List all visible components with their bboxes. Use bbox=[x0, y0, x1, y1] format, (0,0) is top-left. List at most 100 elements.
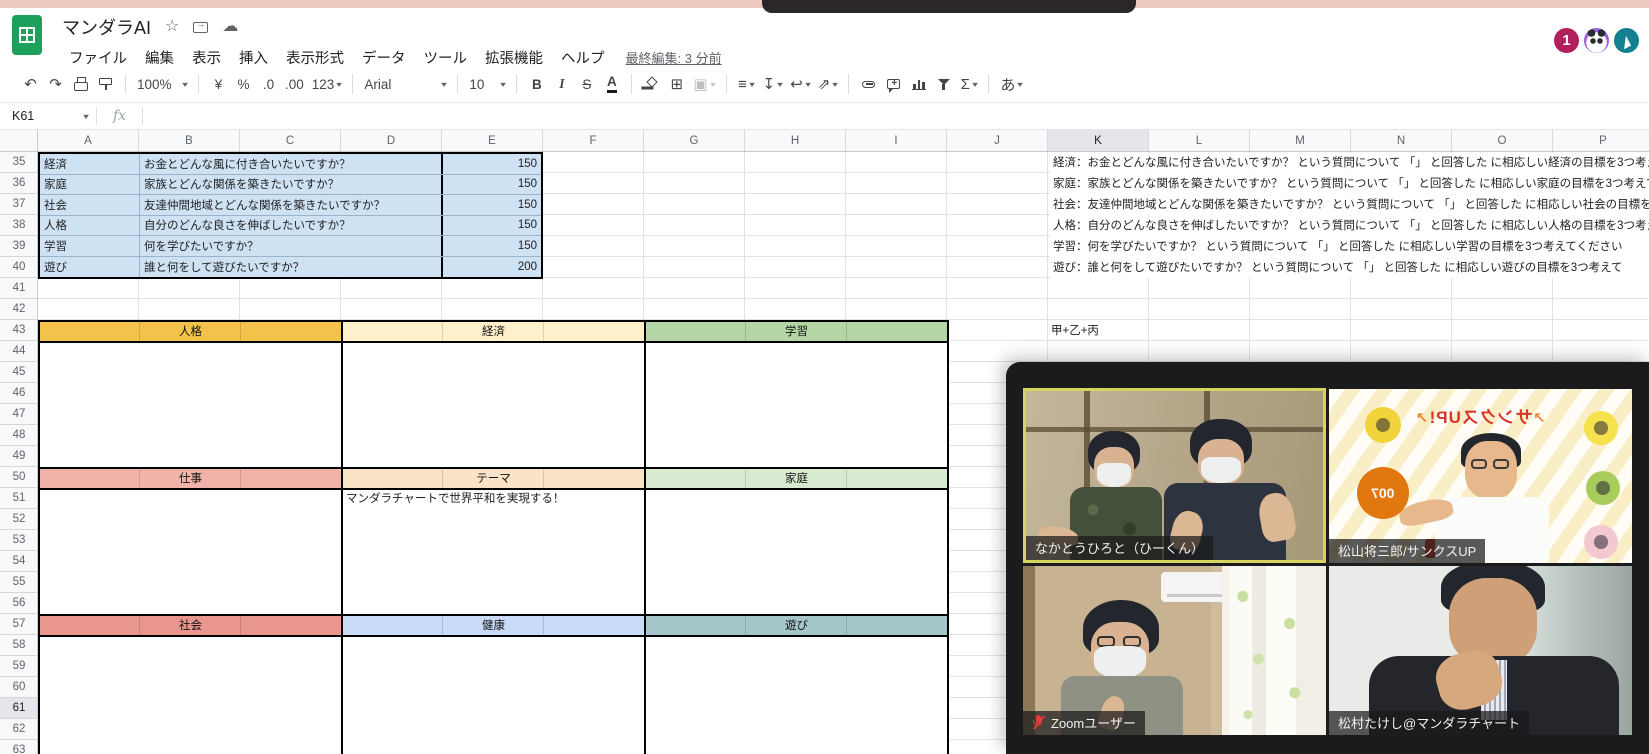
strikethrough-button[interactable]: S bbox=[574, 71, 599, 97]
column-header-J[interactable]: J bbox=[947, 130, 1048, 151]
column-header-B[interactable]: B bbox=[139, 130, 240, 151]
screen-share-tab[interactable] bbox=[762, 0, 1136, 13]
row-header-62[interactable]: 62 bbox=[0, 719, 37, 740]
column-header-D[interactable]: D bbox=[341, 130, 442, 151]
row-header-37[interactable]: 37 bbox=[0, 194, 37, 215]
insert-chart-button[interactable] bbox=[906, 71, 931, 97]
row-header-54[interactable]: 54 bbox=[0, 551, 37, 572]
column-header-H[interactable]: H bbox=[745, 130, 846, 151]
row-header-36[interactable]: 36 bbox=[0, 173, 37, 194]
row-header-47[interactable]: 47 bbox=[0, 404, 37, 425]
row-header-45[interactable]: 45 bbox=[0, 362, 37, 383]
bold-button[interactable]: B bbox=[524, 71, 549, 97]
column-header-M[interactable]: M bbox=[1250, 130, 1351, 151]
fill-color-button[interactable] bbox=[639, 71, 664, 97]
last-edit-link[interactable]: 最終編集: 3 分前 bbox=[626, 48, 722, 67]
row-header-60[interactable]: 60 bbox=[0, 677, 37, 698]
row-header-48[interactable]: 48 bbox=[0, 425, 37, 446]
column-header-L[interactable]: L bbox=[1149, 130, 1250, 151]
column-header-E[interactable]: E bbox=[442, 130, 543, 151]
column-header-C[interactable]: C bbox=[240, 130, 341, 151]
column-header-N[interactable]: N bbox=[1351, 130, 1452, 151]
value-cell[interactable]: 150 bbox=[441, 215, 541, 235]
question-row-39[interactable]: 学習 何を学びたいですか？ 150 bbox=[40, 236, 541, 257]
k-overflow-row-35[interactable]: 経済：お金とどんな風に付き合いたいですか？ という質問について 「」 と回答した… bbox=[1050, 153, 1649, 173]
category-cell[interactable]: 人格 bbox=[40, 215, 140, 235]
column-header-F[interactable]: F bbox=[543, 130, 644, 151]
mandala-block-家庭[interactable]: 家庭 bbox=[644, 467, 949, 616]
row-header-51[interactable]: 51 bbox=[0, 488, 37, 509]
video-tile-matsuyama[interactable]: ↗サンクスUP!↗ 007 松山将三郎/サンクスUP bbox=[1329, 389, 1632, 563]
row-header-39[interactable]: 39 bbox=[0, 236, 37, 257]
row-header-58[interactable]: 58 bbox=[0, 635, 37, 656]
row-header-57[interactable]: 57 bbox=[0, 614, 37, 635]
mandala-block-仕事[interactable]: 仕事 bbox=[38, 467, 343, 616]
mandala-block-人格[interactable]: 人格 bbox=[38, 320, 343, 469]
functions-button[interactable]: Σ ▾ bbox=[956, 71, 981, 97]
value-cell[interactable]: 150 bbox=[441, 174, 541, 194]
font-select[interactable]: Arial ▾ bbox=[360, 71, 450, 97]
row-header-42[interactable]: 42 bbox=[0, 299, 37, 320]
mandala-block-社会[interactable]: 社会 bbox=[38, 614, 343, 754]
question-row-35[interactable]: 経済 お金とどんな風に付き合いたいですか？ 150 bbox=[40, 154, 541, 175]
value-cell[interactable]: 150 bbox=[441, 236, 541, 256]
question-row-40[interactable]: 遊び 誰と何をして遊びたいですか？ 200 bbox=[40, 256, 541, 277]
row-header-50[interactable]: 50 bbox=[0, 467, 37, 488]
formula-input[interactable] bbox=[143, 103, 1649, 129]
question-row-37[interactable]: 社会 友達仲間地域とどんな関係を築きたいですか？ 150 bbox=[40, 195, 541, 216]
value-cell[interactable]: 150 bbox=[441, 154, 541, 174]
value-cell[interactable]: 200 bbox=[441, 256, 541, 277]
category-cell[interactable]: 社会 bbox=[40, 195, 140, 215]
row-header-38[interactable]: 38 bbox=[0, 215, 37, 236]
borders-button[interactable]: ⊞ bbox=[664, 71, 689, 97]
column-header-O[interactable]: O bbox=[1452, 130, 1553, 151]
row-header-41[interactable]: 41 bbox=[0, 278, 37, 299]
sheets-logo-icon[interactable] bbox=[12, 15, 42, 55]
mandala-block-遊び[interactable]: 遊び bbox=[644, 614, 949, 754]
vertical-align-button[interactable]: ↧ ▾ bbox=[759, 71, 787, 97]
increase-decimal-button[interactable]: .00 bbox=[281, 71, 308, 97]
video-tile-zoom-user[interactable]: Zoomユーザー bbox=[1023, 566, 1326, 735]
undo-button[interactable]: ↶ bbox=[18, 71, 43, 97]
percent-button[interactable]: % bbox=[231, 71, 256, 97]
row-header-40[interactable]: 40 bbox=[0, 257, 37, 278]
question-cell[interactable]: 家族とどんな関係を築きたいですか？ bbox=[140, 176, 441, 192]
zoom-select[interactable]: 100% ▾ bbox=[133, 71, 191, 97]
input-tools-button[interactable]: あ ▾ bbox=[996, 71, 1026, 97]
row-header-52[interactable]: 52 bbox=[0, 509, 37, 530]
text-color-button[interactable]: A bbox=[599, 71, 624, 97]
question-table[interactable]: 経済 お金とどんな風に付き合いたいですか？ 150 家庭 家族とどんな関係を築きたいです… bbox=[38, 152, 543, 279]
column-header-G[interactable]: G bbox=[644, 130, 745, 151]
row-header-53[interactable]: 53 bbox=[0, 530, 37, 551]
mandala-block-経済[interactable]: 経済 bbox=[341, 320, 646, 469]
video-tile-matsumura[interactable]: 松村たけし@マンダラチャート bbox=[1329, 566, 1632, 735]
category-cell[interactable]: 経済 bbox=[40, 154, 140, 174]
row-header-63[interactable]: 63 bbox=[0, 740, 37, 754]
row-header-61[interactable]: 61 bbox=[0, 698, 37, 719]
text-wrap-button[interactable]: ↩ ▾ bbox=[786, 71, 814, 97]
decrease-decimal-button[interactable]: .0 bbox=[256, 71, 281, 97]
k-overflow-row-36[interactable]: 家庭：家族とどんな関係を築きたいですか？ という質問について 「」 と回答した … bbox=[1050, 174, 1649, 194]
row-header-55[interactable]: 55 bbox=[0, 572, 37, 593]
insert-comment-button[interactable] bbox=[881, 71, 906, 97]
question-cell[interactable]: 何を学びたいですか？ bbox=[140, 238, 441, 254]
column-header-P[interactable]: P bbox=[1553, 130, 1649, 151]
insert-link-button[interactable] bbox=[856, 71, 881, 97]
column-header-I[interactable]: I bbox=[846, 130, 947, 151]
category-cell[interactable]: 家庭 bbox=[40, 174, 140, 194]
text-rotation-button[interactable]: ⇗ ▾ bbox=[814, 71, 842, 97]
value-cell[interactable]: 150 bbox=[441, 195, 541, 215]
number-format-button[interactable]: 123 ▾ bbox=[308, 71, 346, 97]
question-cell[interactable]: お金とどんな風に付き合いたいですか？ bbox=[140, 156, 441, 172]
row-header-43[interactable]: 43 bbox=[0, 320, 37, 341]
currency-button[interactable]: ¥ bbox=[206, 71, 231, 97]
collaborator-panda-avatar[interactable] bbox=[1582, 26, 1611, 55]
k-overflow-row-39[interactable]: 学習：何を学びたいですか？ という質問について 「」 と回答した に相応しい学習… bbox=[1050, 237, 1649, 257]
redo-button[interactable]: ↷ bbox=[43, 71, 68, 97]
video-tile-nakatou[interactable]: なかとうひろと（ひーくん） bbox=[1023, 388, 1326, 563]
italic-button[interactable]: I bbox=[549, 71, 574, 97]
horizontal-align-button[interactable]: ≡ ▾ bbox=[734, 71, 759, 97]
question-row-36[interactable]: 家庭 家族とどんな関係を築きたいですか？ 150 bbox=[40, 174, 541, 195]
font-size-select[interactable]: 10 ▾ bbox=[465, 71, 509, 97]
cell-k43[interactable]: 甲+乙+丙 bbox=[1051, 321, 1099, 341]
